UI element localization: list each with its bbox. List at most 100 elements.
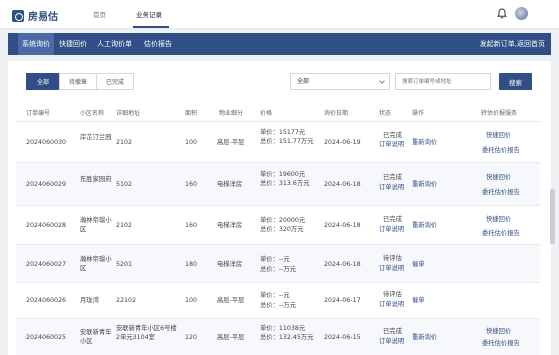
filter-done-button[interactable]: 已完成 xyxy=(96,73,134,90)
urge-button[interactable]: 催单 xyxy=(412,296,425,305)
price-unit: 单价：20000元 xyxy=(260,217,306,224)
area: 120 xyxy=(185,334,198,341)
tab-valuation-report[interactable]: 估价报告 xyxy=(144,33,172,55)
area: 180 xyxy=(185,261,198,268)
price-total: 总价：--万元 xyxy=(260,266,297,273)
col-operation: 操作 xyxy=(412,110,425,117)
tab-quick-reply[interactable]: 快捷回价 xyxy=(59,33,87,55)
community-name: 月珑湾 xyxy=(80,297,99,304)
col-service: 转估价报服务 xyxy=(481,110,518,117)
community-name: 东胜家园府 xyxy=(80,176,112,183)
col-price: 价格 xyxy=(260,110,273,117)
price-total: 总价：132.45万元 xyxy=(260,334,314,341)
order-no: 2024060030 xyxy=(26,139,67,146)
status: 已完成 xyxy=(383,328,402,335)
search-button[interactable]: 搜索 xyxy=(499,73,532,90)
nav-home[interactable]: 首页 xyxy=(93,9,106,19)
table-row[interactable]: 2024060030 岸芷汀兰园 2102 100 高层-平层 单价：15177… xyxy=(16,121,540,162)
property-type: 高层-平层 xyxy=(217,334,245,341)
tab-manual-inquiry[interactable]: 人工询价单 xyxy=(97,33,132,55)
quick-reply-link[interactable]: 快捷回价 xyxy=(486,131,511,140)
price-total: 总价：320万元 xyxy=(260,226,304,233)
table-row[interactable]: 2024060025 安联新青年小区 安联新青年小区6号楼2单元3104室 12… xyxy=(16,318,540,355)
col-area: 面积 xyxy=(185,110,198,117)
col-address: 详细地址 xyxy=(116,110,141,117)
entrust-report-link[interactable]: 委托估价报告 xyxy=(482,146,520,155)
new-order-link[interactable]: 发起新订单,返回首页 xyxy=(480,33,545,55)
address: 5201 xyxy=(116,261,133,268)
order-note-link[interactable]: 订单说明 xyxy=(379,300,404,309)
order-no: 2024060029 xyxy=(26,181,67,188)
table-row[interactable]: 2024060029 东胜家园府 5102 160 电梯洋房 单价：19600元… xyxy=(16,162,540,205)
col-community: 小区名称 xyxy=(80,110,105,117)
order-note-link[interactable]: 订单说明 xyxy=(379,140,404,149)
top-header: 房易估 首页 业务记录 xyxy=(0,0,559,29)
community-name: 岸芷汀兰园 xyxy=(80,134,112,141)
property-type: 电梯洋房 xyxy=(217,261,243,268)
category-select[interactable]: 全部 xyxy=(290,73,390,90)
requery-button[interactable]: 重新询价 xyxy=(412,333,437,342)
tab-bar: 系统询价 快捷回价 人工询价单 估价报告 发起新订单,返回首页 xyxy=(8,33,551,55)
quick-reply-link[interactable]: 快捷回价 xyxy=(486,173,511,182)
requery-button[interactable]: 重新询价 xyxy=(412,221,437,230)
price-total: 总价：--万元 xyxy=(260,302,297,309)
address: 2102 xyxy=(116,222,133,229)
entrust-report-link[interactable]: 委托估价报告 xyxy=(482,188,520,197)
table-row[interactable]: 2024060028 瀚林帝璟小区 2102 160 电梯洋房 单价：20000… xyxy=(16,205,540,244)
entrust-report-link[interactable]: 委托估价报告 xyxy=(482,339,520,348)
price-unit: 单价：--元 xyxy=(260,292,290,299)
logo-text: 房易估 xyxy=(28,12,58,23)
chevron-down-icon xyxy=(379,78,385,84)
logo[interactable]: 房易估 xyxy=(12,8,58,23)
vertical-scrollbar[interactable] xyxy=(550,189,555,244)
community-name: 瀚林帝璟小区 xyxy=(80,256,112,272)
nav-active-indicator xyxy=(133,26,169,28)
price-total: 总价：151.77万元 xyxy=(260,138,314,145)
bell-icon[interactable] xyxy=(497,8,507,19)
price-unit: 单价：15177元 xyxy=(260,129,306,136)
address: 2102 xyxy=(116,139,133,146)
col-order-no: 订单编号 xyxy=(26,110,51,117)
select-value: 全部 xyxy=(297,78,310,85)
order-note-link[interactable]: 订单说明 xyxy=(379,264,404,273)
status: 待评估 xyxy=(383,291,402,298)
address: 5102 xyxy=(116,181,133,188)
tab-system-inquiry[interactable]: 系统询价 xyxy=(18,33,54,55)
status: 已完成 xyxy=(383,216,402,223)
requery-button[interactable]: 重新询价 xyxy=(412,138,437,147)
inquiry-date: 2024-06-18 xyxy=(324,222,361,229)
property-type: 电梯洋房 xyxy=(217,222,243,229)
search-input[interactable] xyxy=(395,73,491,90)
table-header: 订单编号 小区名称 详细地址 面积 物业细分 价格 询价日期 状态 操作 转估价… xyxy=(22,105,542,121)
order-no: 2024060028 xyxy=(26,222,67,229)
nav-business-records[interactable]: 业务记录 xyxy=(136,9,162,19)
avatar[interactable] xyxy=(515,7,528,20)
inquiry-date: 2024-06-19 xyxy=(324,139,361,146)
inquiry-date: 2024-06-15 xyxy=(324,334,361,341)
filter-all-button[interactable]: 全部 xyxy=(26,73,60,90)
table-row[interactable]: 2024060026 月珑湾 22102 100 高层-平层 单价：--元 总价… xyxy=(16,282,540,318)
order-no: 2024060027 xyxy=(26,261,67,268)
filter-pending-button[interactable]: 待撤章 xyxy=(59,73,97,90)
area: 100 xyxy=(185,139,198,146)
col-status: 状态 xyxy=(379,110,392,117)
quick-reply-link[interactable]: 快捷回价 xyxy=(486,327,511,336)
entrust-report-link[interactable]: 委托估价报告 xyxy=(482,229,520,238)
quick-reply-link[interactable]: 快捷回价 xyxy=(486,215,511,224)
order-note-link[interactable]: 订单说明 xyxy=(379,183,404,192)
inquiry-date: 2024-06-18 xyxy=(324,181,361,188)
area: 160 xyxy=(185,181,198,188)
order-no: 2024060025 xyxy=(26,334,67,341)
requery-button[interactable]: 重新询价 xyxy=(412,180,437,189)
inquiry-date: 2024-06-18 xyxy=(324,261,361,268)
order-note-link[interactable]: 订单说明 xyxy=(379,337,404,346)
status: 待评估 xyxy=(383,255,402,262)
order-note-link[interactable]: 订单说明 xyxy=(379,225,404,234)
urge-button[interactable]: 催单 xyxy=(412,260,425,269)
content-panel: 全部 待撤章 已完成 全部 搜索 订单编号 小区名称 详细地址 面积 物业细分 … xyxy=(8,61,555,355)
area: 100 xyxy=(185,297,198,304)
community-name: 安联新青年小区 xyxy=(80,329,112,345)
property-type: 高层-平层 xyxy=(217,139,245,146)
col-date: 询价日期 xyxy=(324,110,349,117)
table-row[interactable]: 2024060027 瀚林帝璟小区 5201 180 电梯洋房 单价：--元 总… xyxy=(16,244,540,282)
